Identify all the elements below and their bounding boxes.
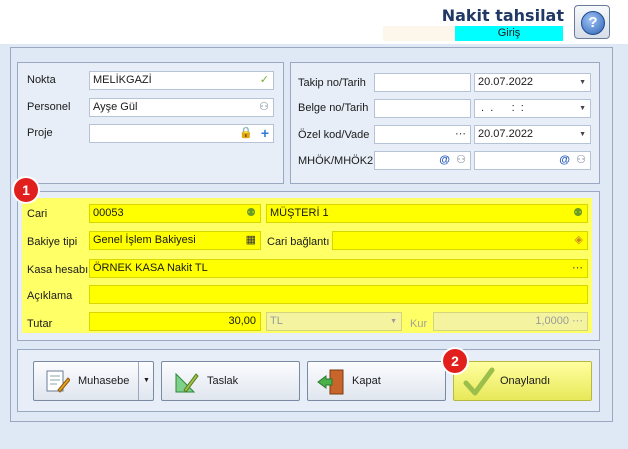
taslak-label: Taslak [207,375,239,387]
mode-spacer [383,26,455,41]
takip-date-value: 20.07.2022 [478,76,534,88]
step-badge-1: 1 [14,178,38,202]
proje-label: Proje [27,127,53,139]
users-icon[interactable]: ⚉ [246,206,256,221]
cari-label: Cari [27,208,48,220]
page-title: Nakit tahsilat [441,6,564,25]
kasa-field[interactable]: ÖRNEK KASA Nakit TL ⋯ [89,259,588,278]
check-icon[interactable]: ✓ [260,73,269,88]
vade-date-field[interactable]: 20.07.2022 ▼ [474,125,591,144]
belge-date-value: . . : : [478,102,524,114]
muhasebe-button[interactable]: Muhasebe ▼ [33,361,154,401]
tutar-label: Tutar [27,318,53,330]
ellipsis-icon[interactable]: ⋯ [572,314,583,329]
user-search-icon[interactable]: ⚇ [456,153,466,168]
bakiye-field[interactable]: Genel İşlem Bakiyesi ▦ [89,231,261,250]
exit-door-icon [317,369,344,395]
cari-code-value: 00053 [93,207,124,219]
nokta-field[interactable]: MELİKGAZİ ✓ [89,71,274,90]
ellipsis-icon[interactable]: ⋯ [455,127,466,142]
ozel-label: Özel kod/Vade [298,129,370,141]
user-search-icon[interactable]: ⚇ [259,100,269,115]
draft-triangle-icon [175,372,199,393]
cari-baglanti-label: Cari bağlantı [267,236,330,248]
at-icon[interactable]: @ [439,153,450,168]
cari-code-field[interactable]: 00053 ⚉ [89,204,261,223]
checkmark-icon [463,367,495,396]
cari-name-field[interactable]: MÜŞTERİ 1 ⚉ [266,204,588,223]
currency-value: TL [270,315,283,327]
aciklama-label: Açıklama [27,290,73,302]
kapat-label: Kapat [352,375,381,387]
document-edit-icon [46,370,70,393]
bakiye-value: Genel İşlem Bakiyesi [93,234,196,246]
belge-no-field[interactable] [374,99,471,118]
user-search-icon[interactable]: ⚇ [576,153,586,168]
help-button[interactable]: ? [574,5,610,39]
cari-name-value: MÜŞTERİ 1 [270,207,329,219]
chevron-down-icon[interactable]: ▼ [579,127,586,142]
belge-date-field[interactable]: . . : : ▼ [474,99,591,118]
muhasebe-dropdown-icon[interactable]: ▼ [138,362,154,400]
personel-field[interactable]: Ayşe Gül ⚇ [89,98,274,117]
kasa-value: ÖRNEK KASA Nakit TL [93,262,208,274]
aciklama-field[interactable] [89,285,588,304]
add-icon[interactable]: + [261,126,269,141]
personel-label: Personel [27,101,71,113]
chevron-down-icon[interactable]: ▼ [390,314,397,329]
cari-baglanti-field[interactable]: ◈ [332,231,588,250]
mhok-label: MHÖK/MHÖK2 [298,155,374,167]
onaylandi-label: Onaylandı [500,375,551,387]
chevron-down-icon[interactable]: ▼ [579,75,586,90]
ozel-kod-field[interactable]: ⋯ [374,125,471,144]
tutar-field[interactable]: 30,00 [89,312,261,331]
bakiye-label: Bakiye tipi [27,236,78,248]
question-icon: ? [581,11,605,35]
takip-label: Takip no/Tarih [298,77,366,89]
nokta-label: Nokta [27,74,56,86]
currency-select[interactable]: TL ▼ [266,312,402,331]
calculator-icon[interactable]: ▦ [246,233,256,248]
lock-icon[interactable]: 🔒 [239,126,253,141]
chevron-down-icon[interactable]: ▼ [579,101,586,116]
nokta-value: MELİKGAZİ [93,74,152,86]
at-icon[interactable]: @ [559,153,570,168]
kur-field[interactable]: 1,0000 ⋯ [433,312,588,331]
step-badge-2: 2 [443,349,467,373]
personel-value: Ayşe Gül [93,101,138,113]
mode-badge: Giriş [455,26,563,41]
taslak-button[interactable]: Taslak [161,361,300,401]
takip-date-field[interactable]: 20.07.2022 ▼ [474,73,591,92]
belge-label: Belge no/Tarih [298,102,369,114]
proje-field[interactable]: 🔒 + [89,124,274,143]
ellipsis-icon[interactable]: ⋯ [572,261,583,276]
kapat-button[interactable]: Kapat [307,361,446,401]
tag-icon[interactable]: ◈ [575,233,583,248]
onaylandi-button[interactable]: Onaylandı [453,361,592,401]
muhasebe-label: Muhasebe [78,375,130,387]
takip-no-field[interactable] [374,73,471,92]
users-icon[interactable]: ⚉ [573,206,583,221]
mhok-field[interactable]: @ ⚇ [374,151,471,170]
kur-label: Kur [410,318,428,330]
vade-date-value: 20.07.2022 [478,128,534,140]
mhok2-field[interactable]: @ ⚇ [474,151,591,170]
kasa-label: Kasa hesabı [27,264,89,276]
kur-value: 1,0000 [535,315,569,327]
